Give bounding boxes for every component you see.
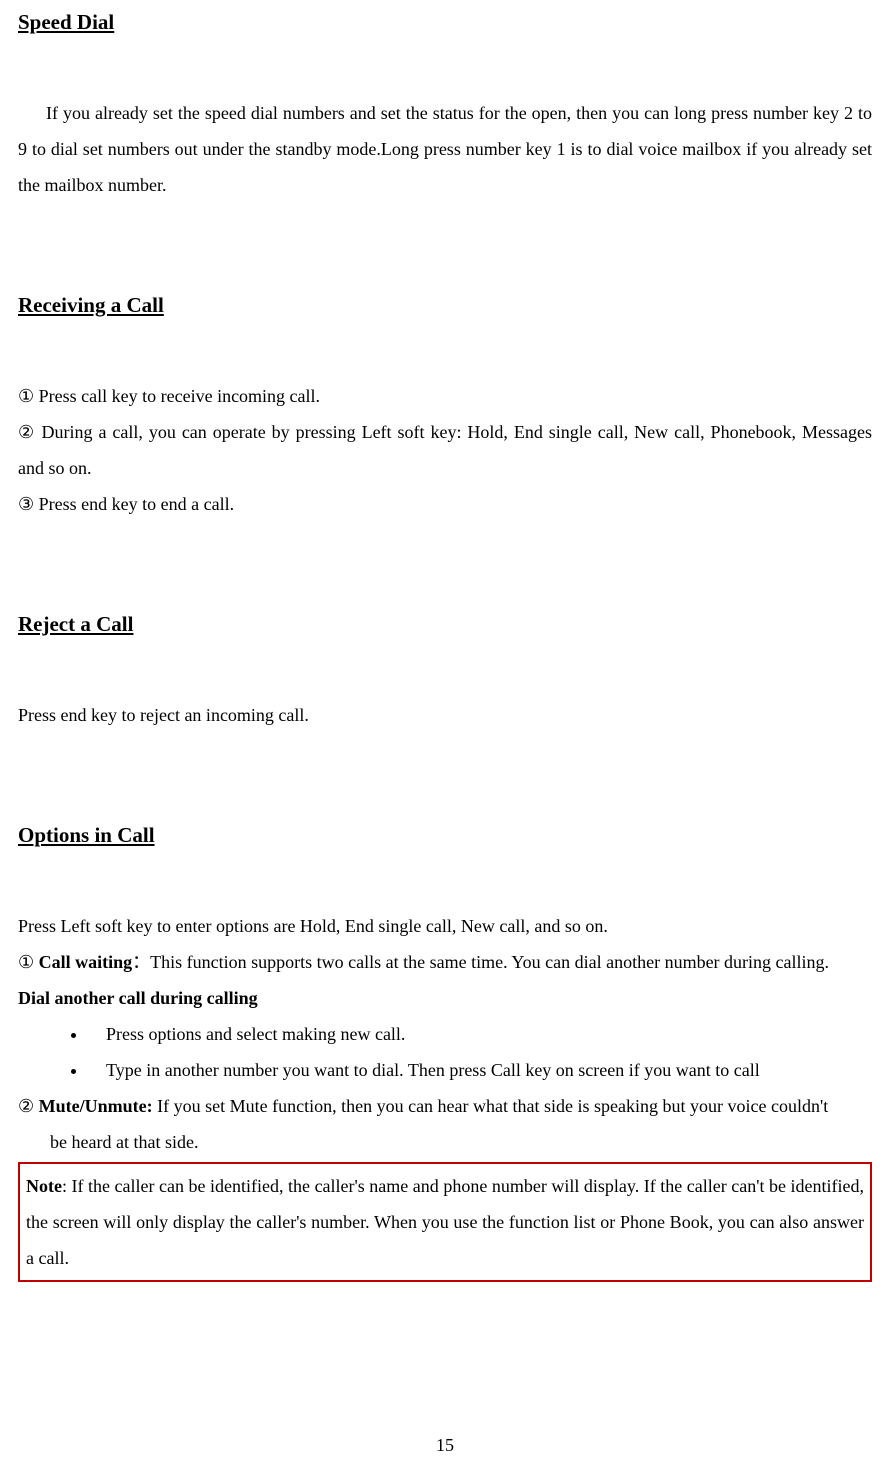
call-waiting-colon: ： [132,952,150,972]
call-waiting-body: This function supports two calls at the … [150,952,829,972]
receiving-call-item-1: ① Press call key to receive incoming cal… [18,378,872,414]
receiving-call-item-3: ③ Press end key to end a call. [18,486,872,522]
heading-reject-call: Reject a Call [18,612,872,637]
mute-body-continuation: be heard at that side. [18,1124,872,1160]
speed-dial-body: If you already set the speed dial number… [18,95,872,203]
mute-label: Mute/Unmute: [39,1096,157,1116]
call-waiting-label: Call waiting [39,952,133,972]
heading-speed-dial: Speed Dial [18,10,872,35]
list-item: Press options and select making new call… [88,1016,872,1052]
reject-call-body: Press end key to reject an incoming call… [18,697,872,733]
dial-another-heading: Dial another call during calling [18,980,872,1016]
list-item: Type in another number you want to dial.… [88,1052,872,1088]
note-box: Note: If the caller can be identified, t… [18,1162,872,1282]
call-waiting-prefix: ① [18,952,39,972]
page-number: 15 [0,1435,890,1456]
note-label: Note [26,1176,62,1196]
heading-receiving-call: Receiving a Call [18,293,872,318]
heading-options-in-call: Options in Call [18,823,872,848]
mute-line: ② Mute/Unmute: If you set Mute function,… [18,1088,872,1124]
note-body: : If the caller can be identified, the c… [26,1176,864,1268]
dial-another-list: Press options and select making new call… [18,1016,872,1088]
mute-prefix: ② [18,1096,39,1116]
options-intro: Press Left soft key to enter options are… [18,908,872,944]
call-waiting-line: ① Call waiting：This function supports tw… [18,944,872,980]
receiving-call-item-2: ② During a call, you can operate by pres… [18,414,872,486]
mute-body: If you set Mute function, then you can h… [157,1096,828,1116]
